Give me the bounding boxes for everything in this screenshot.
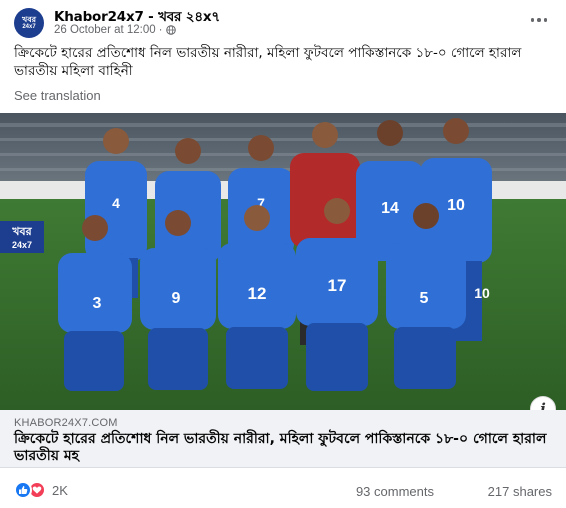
link-preview[interactable]: KHABOR24X7.COM ক্রিকেটে হারের প্রতিশোধ ন… [0, 410, 566, 468]
post-image[interactable]: খবর 24x7 4 7 14 10 3 9 12 17 5 10 i [0, 113, 566, 410]
post-text: ক্রিকেটে হারের প্রতিশোধ নিল ভারতীয় নারী… [14, 45, 522, 79]
post-header: খবর 24x7 Khabor24x7 - খবর ২৪x৭ 26 Octobe… [0, 0, 566, 44]
see-translation-link[interactable]: See translation [14, 88, 101, 103]
more-options-button[interactable] [528, 10, 550, 30]
engagement-bar: 2K 93 comments 217 shares [0, 478, 566, 502]
link-title[interactable]: ক্রিকেটে হারের প্রতিশোধ নিল ভারতীয় নারী… [14, 431, 554, 465]
watermark-bottom: 24x7 [12, 240, 32, 250]
post-meta: 26 October at 12:00 · [54, 24, 176, 36]
post-timestamp[interactable]: 26 October at 12:00 [54, 24, 156, 36]
globe-icon [165, 25, 176, 35]
comments-count[interactable]: 93 comments [356, 484, 434, 499]
team-photo: খবর 24x7 4 7 14 10 3 9 12 17 5 10 [0, 113, 566, 410]
jersey-number: 4 [112, 195, 120, 211]
avatar-text-bottom: 24x7 [22, 24, 36, 30]
jersey-number: 5 [420, 290, 429, 307]
meta-separator: · [158, 24, 163, 36]
shares-count[interactable]: 217 shares [488, 484, 552, 499]
page-avatar[interactable]: খবর 24x7 [14, 8, 44, 38]
avatar-text-top: খবর [21, 15, 37, 24]
jersey-number: 17 [328, 276, 347, 295]
reactions-summary[interactable]: 2K [14, 481, 68, 499]
jersey-number: 14 [381, 200, 399, 217]
more-icon [530, 18, 535, 22]
jersey-number: 12 [248, 284, 267, 303]
jersey-number: 3 [93, 295, 102, 312]
jersey-number: 10 [447, 197, 465, 214]
link-domain: KHABOR24X7.COM [14, 417, 118, 429]
watermark-top: খবর [11, 225, 32, 238]
jersey-number: 9 [172, 290, 181, 307]
like-icon [14, 481, 32, 499]
reaction-count: 2K [52, 482, 68, 498]
jersey-number: 10 [474, 285, 490, 301]
